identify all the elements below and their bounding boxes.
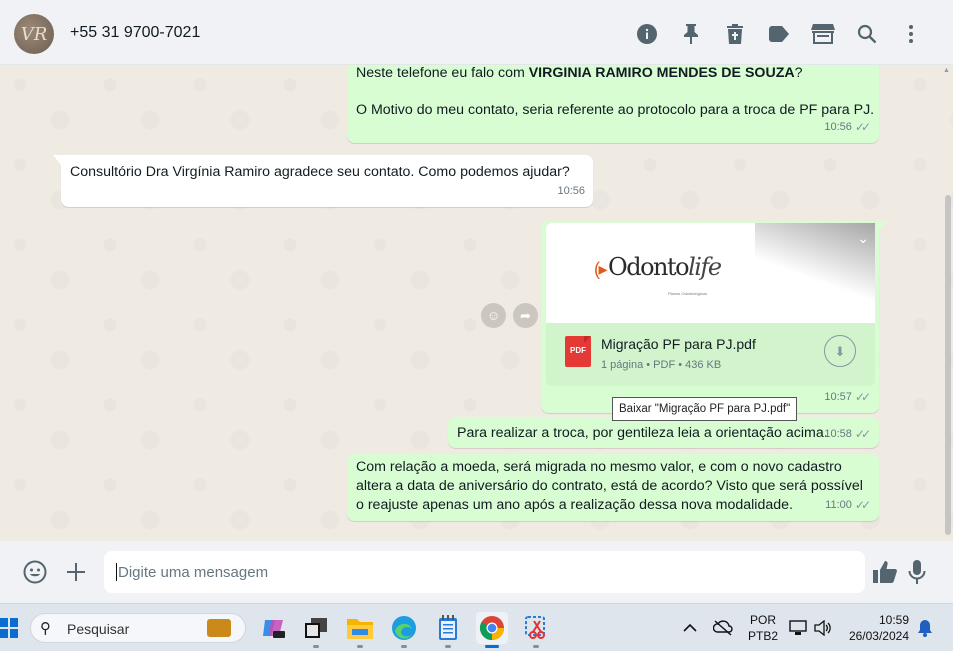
windows-start-icon[interactable] xyxy=(0,618,18,638)
forward-icon[interactable]: ➦ xyxy=(513,303,538,328)
app-running-indicator xyxy=(313,645,319,648)
message-outgoing[interactable]: Neste telefone eu falo com VIRGINIA RAMI… xyxy=(347,65,879,143)
document-info: 1 página • PDF • 436 KB xyxy=(601,359,722,371)
task-view-icon[interactable] xyxy=(300,612,332,648)
search-icon: ⚲ xyxy=(40,620,51,637)
keyboard-layout: PTB2 xyxy=(748,629,779,643)
message-time: 11:00 xyxy=(825,499,852,511)
sync-off-icon[interactable] xyxy=(713,604,733,651)
download-tooltip: Baixar "Migração PF para PJ.pdf" xyxy=(612,397,798,421)
pdf-file-icon: PDF xyxy=(565,336,591,367)
windows-taskbar: ⚲ Pesquisar POR PTB2 10:59 26/03/2024 xyxy=(0,603,953,651)
message-incoming[interactable]: Consultório Dra Virgínia Ramiro agradece… xyxy=(53,155,593,207)
attach-plus-icon[interactable] xyxy=(61,557,91,587)
message-meta: 10:58 ✓✓ xyxy=(824,425,871,444)
message-time: 10:56 xyxy=(557,185,585,197)
emoji-icon[interactable] xyxy=(20,557,50,587)
volume-icon[interactable] xyxy=(814,604,832,651)
snipping-tool-icon[interactable] xyxy=(520,612,552,648)
trash-icon[interactable] xyxy=(713,20,757,48)
document-preview[interactable]: ⌄ (▸Odontolife Planos Odontológicos xyxy=(546,223,875,323)
edge-browser-icon[interactable] xyxy=(388,612,420,648)
message-text: Para realizar a troca, por gentileza lei… xyxy=(457,425,828,441)
logo-subtitle: Planos Odontológicos xyxy=(668,291,707,296)
notepad-icon[interactable] xyxy=(432,612,464,648)
download-icon: ⬇ xyxy=(834,343,846,359)
briefcase-icon xyxy=(207,619,231,637)
message-input[interactable] xyxy=(104,551,865,593)
app-running-indicator xyxy=(445,645,451,648)
thumbs-up-icon[interactable] xyxy=(870,557,900,587)
app-running-indicator xyxy=(401,645,407,648)
document-filename: Migração PF para PJ.pdf xyxy=(601,336,756,352)
message-text: Com relação a moeda, será migrada no mes… xyxy=(356,459,863,513)
bubble-tail xyxy=(879,221,887,231)
label-icon[interactable] xyxy=(757,20,801,48)
contact-name[interactable]: +55 31 9700-7021 xyxy=(70,24,200,42)
pin-icon[interactable] xyxy=(669,20,713,48)
system-clock[interactable]: 10:59 26/03/2024 xyxy=(849,612,909,644)
read-ticks-icon: ✓✓ xyxy=(854,120,871,134)
chrome-browser-icon[interactable] xyxy=(476,612,508,648)
file-explorer-icon[interactable] xyxy=(344,612,376,648)
taskbar-search-label: Pesquisar xyxy=(67,621,130,637)
message-time: 10:58 xyxy=(824,428,852,440)
message-text: Consultório Dra Virgínia Ramiro agradece… xyxy=(70,164,570,180)
info-icon[interactable] xyxy=(625,20,669,48)
store-icon[interactable] xyxy=(801,20,845,48)
copilot-app-icon[interactable] xyxy=(257,612,289,644)
emoji-react-icon[interactable]: ☺ xyxy=(481,303,506,328)
notification-bell-icon[interactable] xyxy=(917,604,933,651)
text-caret xyxy=(116,563,117,581)
composer-bar xyxy=(0,541,953,603)
message-text: Neste telefone eu falo com VIRGINIA RAMI… xyxy=(356,65,803,81)
more-vertical-icon[interactable] xyxy=(889,20,933,48)
header-actions xyxy=(625,20,933,48)
keyboard-language[interactable]: POR PTB2 xyxy=(748,612,778,644)
download-button[interactable]: ⬇ xyxy=(824,335,856,367)
read-ticks-icon: ✓✓ xyxy=(854,498,871,512)
message-document[interactable]: ⌄ (▸Odontolife Planos Odontológicos PDF … xyxy=(541,221,887,413)
avatar-monogram: VR xyxy=(20,23,48,45)
document-card[interactable]: PDF Migração PF para PJ.pdf 1 página • P… xyxy=(546,323,875,386)
bubble-tail xyxy=(53,155,61,165)
logo-mark-icon: (▸ xyxy=(594,259,608,279)
app-running-indicator xyxy=(485,645,499,648)
scrollbar-thumb[interactable] xyxy=(945,195,951,535)
message-outgoing[interactable]: Com relação a moeda, será migrada no mes… xyxy=(347,454,879,521)
app-running-indicator xyxy=(357,645,363,648)
app-running-indicator xyxy=(533,645,539,648)
message-hover-actions: ☺ ➦ xyxy=(481,303,538,328)
chat-header: VR +55 31 9700-7021 xyxy=(0,0,953,65)
message-time: 10:56 xyxy=(824,121,852,133)
search-icon[interactable] xyxy=(845,20,889,48)
contact-fullname: VIRGINIA RAMIRO MENDES DE SOUZA xyxy=(528,65,795,81)
contact-avatar[interactable]: VR xyxy=(14,14,54,54)
message-input-box[interactable] xyxy=(104,551,865,593)
message-outgoing[interactable]: Para realizar a troca, por gentileza lei… xyxy=(448,417,879,448)
language-code: POR xyxy=(750,613,777,627)
message-text: O Motivo do meu contato, seria referente… xyxy=(356,102,875,118)
message-meta: 11:00 ✓✓ xyxy=(825,496,871,515)
show-hidden-icons-chevron-icon[interactable] xyxy=(683,604,697,651)
message-list[interactable]: ▲ Neste telefone eu falo com VIRGINIA RA… xyxy=(0,65,953,541)
message-time: 10:57 xyxy=(824,391,852,403)
scroll-up-arrow-icon[interactable]: ▲ xyxy=(943,67,951,75)
taskbar-search[interactable]: ⚲ Pesquisar xyxy=(30,613,246,643)
read-ticks-icon: ✓✓ xyxy=(854,427,871,441)
chevron-down-icon[interactable]: ⌄ xyxy=(857,229,869,248)
network-icon[interactable] xyxy=(789,604,807,651)
odontolife-logo: (▸Odontolife xyxy=(594,253,722,281)
microphone-icon[interactable] xyxy=(902,557,932,587)
clock-date: 26/03/2024 xyxy=(848,629,909,643)
message-meta: 10:56 xyxy=(557,182,585,201)
read-ticks-icon: ✓✓ xyxy=(854,390,871,404)
message-meta: 10:57 ✓✓ xyxy=(824,388,871,407)
message-meta: 10:56 ✓✓ xyxy=(824,118,871,137)
clock-time: 10:59 xyxy=(878,613,909,627)
